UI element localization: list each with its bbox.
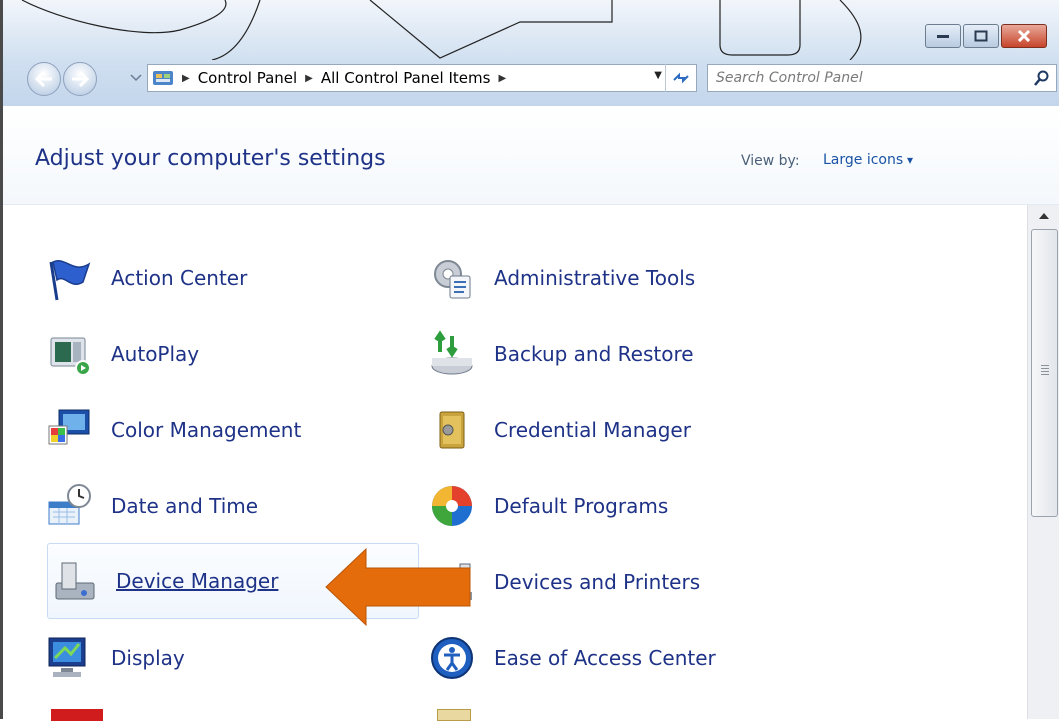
maximize-button[interactable] [963,24,999,48]
item-date-and-time[interactable]: Date and Time [43,473,373,539]
scroll-grip-icon [1041,365,1049,375]
back-arrow-icon [35,71,52,87]
search-input[interactable] [714,69,1018,87]
date-time-icon [43,480,95,532]
address-bar[interactable]: ▶ Control Panel ▶ All Control Panel Item… [147,64,697,92]
item-action-center[interactable]: Action Center [43,245,373,311]
item-label: Device Manager [116,569,279,593]
control-panel-items: Action Center Administrative Tools AutoP… [3,205,1027,721]
recent-pages-chevron-icon[interactable] [130,74,142,82]
page-title: Adjust your computer's settings [35,146,386,171]
item-label: Date and Time [111,494,259,518]
decorative-outline-drawing [21,0,862,60]
navigation-bar: ▶ Control Panel ▶ All Control Panel Item… [27,60,1057,96]
item-ease-of-access-center[interactable]: Ease of Access Center [426,625,806,691]
display-icon [43,632,95,684]
refresh-icon [673,72,689,84]
vertical-scrollbar[interactable] [1027,205,1059,719]
item-label: Credential Manager [494,418,691,442]
device-manager-icon [48,555,100,607]
control-panel-icon [153,71,173,85]
item-label: Color Management [111,418,302,442]
page-header: Adjust your computer's settings View by:… [3,106,1059,205]
scroll-thumb[interactable] [1031,229,1058,517]
scroll-up-button[interactable] [1028,205,1059,227]
view-by-label: View by: [741,153,800,169]
refresh-button[interactable] [665,64,696,92]
scroll-up-arrow-icon [1039,213,1049,219]
forward-arrow-icon [72,71,89,87]
orange-annotation-arrow [325,547,471,627]
item-label: Ease of Access Center [494,646,716,670]
item-autoplay[interactable]: AutoPlay [43,321,373,387]
caption-buttons [925,24,1047,48]
item-label: AutoPlay [111,342,200,366]
ease-of-access-icon [426,632,478,684]
item-display[interactable]: Display [43,625,373,691]
default-programs-icon [426,480,478,532]
view-by-dropdown[interactable]: Large icons [823,152,913,168]
breadcrumb-separator-icon[interactable]: ▶ [305,73,313,84]
forward-button[interactable] [63,62,97,96]
item-label: Default Programs [494,494,669,518]
minimize-icon [937,35,949,38]
color-management-icon [43,404,95,456]
item-label: Backup and Restore [494,342,694,366]
item-label: Action Center [111,266,248,290]
maximize-icon [974,30,988,42]
backup-restore-icon [426,328,478,380]
item-default-programs[interactable]: Default Programs [426,473,806,539]
item-color-management[interactable]: Color Management [43,397,373,463]
close-button[interactable] [1001,24,1047,48]
action-center-flag-icon [43,252,95,304]
administrative-tools-icon [426,252,478,304]
breadcrumb-separator-icon[interactable]: ▶ [182,73,190,84]
search-box[interactable] [707,64,1057,92]
item-devices-and-printers[interactable]: Devices and Printers [426,549,806,615]
minimize-button[interactable] [925,24,961,48]
item-label: Display [111,646,185,670]
address-dropdown-icon[interactable]: ▼ [654,70,662,81]
autoplay-icon [43,328,95,380]
search-icon[interactable] [1034,70,1050,86]
breadcrumb-all-items[interactable]: All Control Panel Items [321,69,491,87]
partial-item-icon [51,709,103,721]
credential-manager-icon [426,404,478,456]
item-label: Administrative Tools [494,266,696,290]
item-label: Devices and Printers [494,570,701,594]
breadcrumb-control-panel[interactable]: Control Panel [198,69,297,87]
close-icon [1017,30,1031,42]
partial-item-icon [437,709,471,721]
control-panel-window: ▶ Control Panel ▶ All Control Panel Item… [0,0,1059,721]
back-button[interactable] [27,62,61,96]
breadcrumb-separator-icon[interactable]: ▶ [498,73,506,84]
item-credential-manager[interactable]: Credential Manager [426,397,806,463]
item-administrative-tools[interactable]: Administrative Tools [426,245,806,311]
item-backup-and-restore[interactable]: Backup and Restore [426,321,806,387]
